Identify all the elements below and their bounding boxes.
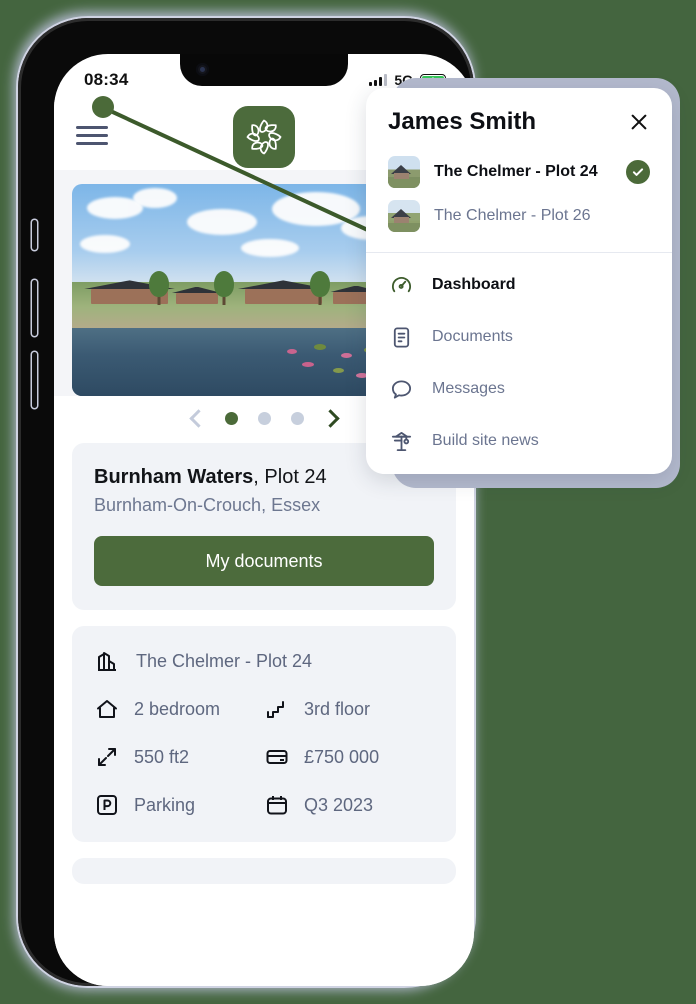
- menu-item-dashboard[interactable]: Dashboard: [366, 259, 672, 311]
- specs-grid: 2 bedroom 3rd floor 550 ft2 £750 000 Par…: [94, 696, 434, 818]
- next-card-partial: [72, 858, 456, 884]
- menu-item-documents[interactable]: Documents: [366, 311, 672, 363]
- mute-switch[interactable]: [32, 220, 37, 250]
- signal-bars-icon: [369, 74, 388, 86]
- spec-bedrooms-label: 2 bedroom: [134, 698, 221, 719]
- menu-item-dashboard-label: Dashboard: [432, 276, 516, 293]
- check-circle-icon: [626, 160, 650, 184]
- panel-divider: [366, 252, 672, 253]
- building-blocks-icon: [94, 648, 120, 674]
- menu-item-documents-label: Documents: [432, 328, 513, 345]
- leaf-rosette-logo: [233, 106, 295, 168]
- calendar-icon: [264, 792, 290, 818]
- volume-up-button[interactable]: [32, 280, 37, 336]
- spec-parking: Parking: [94, 792, 264, 818]
- house-thumbnail: [388, 200, 420, 232]
- carousel-dot-1[interactable]: [224, 412, 238, 425]
- my-documents-button[interactable]: My documents: [94, 536, 434, 586]
- plot-item-26-label: The Chelmer - Plot 26: [434, 207, 591, 224]
- volume-down-button[interactable]: [32, 352, 37, 408]
- chat-bubble-icon: [388, 376, 414, 402]
- document-icon: [388, 324, 414, 350]
- plot-item-26[interactable]: The Chelmer - Plot 26: [366, 194, 672, 238]
- carousel-dot-3[interactable]: [290, 412, 304, 425]
- status-time: 08:34: [84, 70, 129, 89]
- spec-floor-label: 3rd floor: [304, 698, 371, 719]
- spec-bedrooms: 2 bedroom: [94, 696, 264, 722]
- specs-header: The Chelmer - Plot 24: [94, 648, 434, 674]
- spec-parking-label: Parking: [134, 794, 196, 815]
- user-account-panel: James Smith The Chelmer - Plot 24 The Ch…: [366, 88, 672, 474]
- spec-area: 550 ft2: [94, 744, 264, 770]
- hamburger-menu-icon[interactable]: [76, 121, 108, 150]
- stairs-icon: [264, 696, 290, 722]
- spec-area-label: 550 ft2: [134, 746, 190, 767]
- property-specs-card: The Chelmer - Plot 24 2 bedroom 3rd floo…: [72, 626, 456, 842]
- speedometer-icon: [388, 272, 414, 298]
- menu-item-messages[interactable]: Messages: [366, 363, 672, 415]
- menu-item-build-site-news[interactable]: Build site news: [366, 415, 672, 467]
- user-name: James Smith: [388, 108, 537, 135]
- spec-completion-label: Q3 2023: [304, 794, 374, 815]
- property-name: Burnham Waters: [94, 466, 254, 488]
- chevron-left-icon[interactable]: [188, 409, 208, 428]
- spec-price-label: £750 000: [304, 746, 380, 767]
- property-location: Burnham-On-Crouch, Essex: [94, 495, 321, 515]
- plot-item-24[interactable]: The Chelmer - Plot 24: [366, 150, 672, 194]
- parking-icon: [94, 792, 120, 818]
- panel-header: James Smith: [366, 88, 672, 150]
- house-thumbnail: [388, 156, 420, 188]
- area-arrows-icon: [94, 744, 120, 770]
- spec-floor: 3rd floor: [264, 696, 434, 722]
- spec-completion: Q3 2023: [264, 792, 434, 818]
- home-icon: [94, 696, 120, 722]
- spec-price: £750 000: [264, 744, 434, 770]
- credit-card-icon: [264, 744, 290, 770]
- close-icon[interactable]: [628, 111, 650, 133]
- front-camera-icon: [196, 63, 209, 76]
- crane-icon: [388, 428, 414, 454]
- phone-notch: [180, 54, 348, 86]
- chevron-right-icon[interactable]: [320, 409, 340, 428]
- carousel-dot-2[interactable]: [257, 412, 271, 425]
- specs-header-label: The Chelmer - Plot 24: [136, 650, 313, 671]
- property-plot: , Plot 24: [253, 466, 327, 488]
- plot-item-24-label: The Chelmer - Plot 24: [434, 163, 598, 180]
- menu-item-build-site-news-label: Build site news: [432, 432, 539, 449]
- menu-item-messages-label: Messages: [432, 380, 505, 397]
